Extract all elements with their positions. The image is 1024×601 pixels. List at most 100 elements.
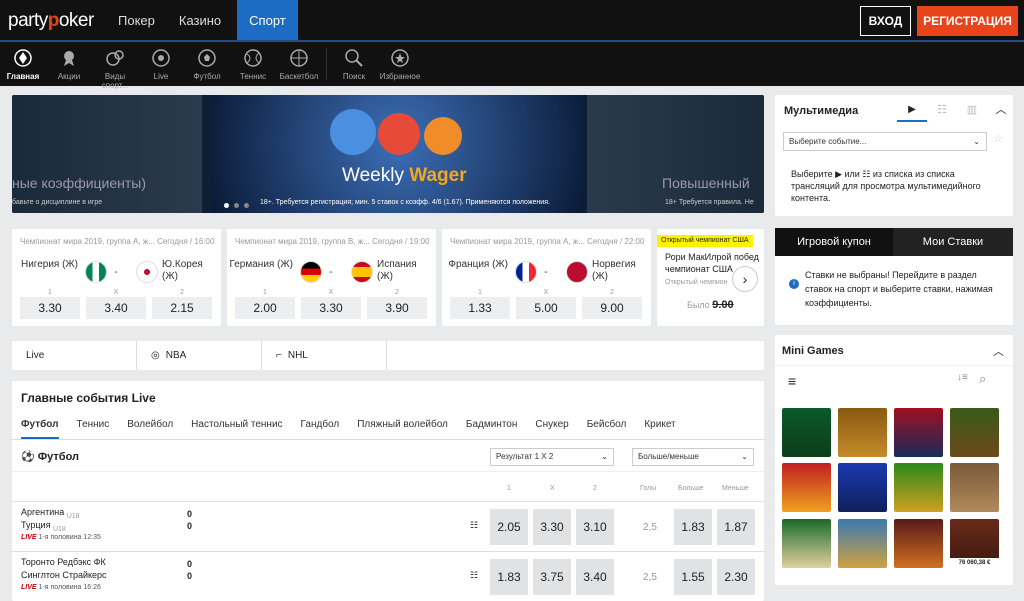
sport-tab[interactable]: Бадминтон (466, 419, 518, 439)
subnav-basketball[interactable]: Баскетбол (276, 42, 322, 86)
jackpot-amount: 76 060,38 € (950, 558, 999, 568)
col-header: Больше (678, 485, 704, 492)
subnav-live[interactable]: Live (138, 42, 184, 86)
odds-button[interactable]: 1.83 (674, 509, 712, 545)
subnav-promotions[interactable]: Акции (46, 42, 92, 86)
odds-button[interactable]: 1.87 (717, 509, 755, 545)
overunder-select[interactable]: Больше/меньше ⌄ (632, 448, 754, 466)
odds-button[interactable]: 2.30 (717, 559, 755, 595)
sport-tab[interactable]: Пляжный волейбол (357, 419, 448, 439)
game-tile[interactable] (950, 408, 999, 457)
game-tile[interactable] (782, 463, 831, 512)
market-select[interactable]: Результат 1 X 2 ⌄ (490, 448, 614, 466)
next-arrow-icon[interactable]: › (732, 266, 758, 292)
odds-button[interactable]: 3.90 (367, 297, 427, 319)
sport-tab[interactable]: Снукер (535, 419, 568, 439)
game-tile[interactable]: 76 060,38 € (950, 519, 999, 568)
odds-button[interactable]: 3.30 (20, 297, 80, 319)
stats-icon[interactable]: ▥ (957, 100, 987, 122)
tab-live[interactable]: Live (12, 341, 137, 370)
register-button[interactable]: РЕГИСТРАЦИЯ (917, 6, 1018, 36)
odds-button[interactable]: 5.00 (516, 297, 576, 319)
game-tile[interactable] (894, 408, 943, 457)
game-tile[interactable] (894, 463, 943, 512)
sport-tab[interactable]: Волейбол (127, 419, 173, 439)
odds-button[interactable]: 1.55 (674, 559, 712, 595)
subnav-football[interactable]: Футбол (184, 42, 230, 86)
tab-my-bets[interactable]: Мои Ставки (893, 228, 1013, 256)
subnav-divider (326, 48, 327, 80)
game-tile[interactable] (894, 519, 943, 568)
game-tile[interactable] (782, 408, 831, 457)
odds-button[interactable]: 3.40 (576, 559, 614, 595)
mini-games-panel: Mini Games ︿ ≡ ↓≡ ⌕ 76 060,38 € (775, 335, 1013, 585)
football-icon (198, 49, 216, 67)
subnav-sports[interactable]: Виды спорт... (92, 42, 138, 90)
special-card[interactable]: Открытый чемпионат США Рори МакИлрой поб… (657, 229, 764, 326)
sport-tab[interactable]: Бейсбол (587, 419, 627, 439)
subnav-favorites[interactable]: Избранное (377, 42, 423, 86)
login-button[interactable]: ВХОД (860, 6, 911, 36)
sport-tab[interactable]: Футбол (21, 419, 59, 439)
odds-button[interactable]: 1.83 (490, 559, 528, 595)
table-row[interactable]: Торонто Редбэкс ФК Синглтон Страйкерс LI… (12, 551, 764, 601)
sort-icon[interactable]: ↓≡ (957, 372, 968, 383)
special-subtitle: Открытый чемпион (665, 279, 728, 286)
video-icon[interactable]: ▶ (897, 100, 927, 122)
subnav-search[interactable]: Поиск (331, 42, 377, 86)
odds-button[interactable]: 3.30 (301, 297, 361, 319)
game-tile[interactable] (838, 408, 887, 457)
star-icon[interactable]: ☆ (993, 132, 1003, 145)
nav-sport[interactable]: Спорт (237, 0, 298, 40)
panel-title: Мультимедиа (784, 105, 859, 117)
menu-icon[interactable]: ≡ (788, 373, 796, 389)
odds-button[interactable]: 3.40 (86, 297, 146, 319)
banner-center-slide (212, 95, 584, 213)
score: 0 (187, 571, 193, 581)
carousel-dot[interactable] (224, 203, 229, 208)
multimedia-panel: Мультимедиа ▶ ☷ ▥ ︿ Выберите событие... ⌄… (775, 95, 1013, 216)
collapse-icon[interactable]: ︿ (993, 343, 1004, 359)
match-card[interactable]: Чемпионат мира 2019, группа А, ж... Сего… (12, 229, 221, 326)
sport-tab[interactable]: Гандбол (301, 419, 340, 439)
subnav-tennis[interactable]: Теннис (230, 42, 276, 86)
stats-icon[interactable]: ☷ (470, 570, 478, 581)
odds-label: X (113, 289, 119, 296)
nav-poker[interactable]: Покер (106, 0, 167, 42)
table-row[interactable]: Аргентина U18 Турция U18 LIVE 1-я полови… (12, 501, 764, 551)
tab-nhl[interactable]: ⌐ NHL (262, 341, 387, 370)
sport-tab[interactable]: Крикет (644, 419, 675, 439)
carousel-dots[interactable] (224, 203, 249, 208)
match-card[interactable]: Чемпионат мира 2019, группа В, ж... Сего… (227, 229, 436, 326)
banner-right-slide: Повышенный 18+ Требуется правила. Не (587, 95, 764, 213)
collapse-icon[interactable]: ︿ (989, 100, 1013, 122)
promo-banner[interactable]: ные коэффициенты) бавьте о дисциплине в … (12, 95, 764, 213)
event-select[interactable]: Выберите событие... ⌄ (783, 132, 987, 151)
tab-nba[interactable]: ◎ NBA (137, 341, 262, 370)
odds-button[interactable]: 9.00 (582, 297, 642, 319)
odds-button[interactable]: 2.00 (235, 297, 295, 319)
carousel-dot[interactable] (244, 203, 249, 208)
match-card[interactable]: Чемпионат мира 2019, группа А, ж... Сего… (442, 229, 651, 326)
game-tile[interactable] (838, 519, 887, 568)
sport-tab[interactable]: Настольный теннис (191, 419, 282, 439)
odds-button[interactable]: 2.05 (490, 509, 528, 545)
odds-button[interactable]: 3.10 (576, 509, 614, 545)
odds-button[interactable]: 3.75 (533, 559, 571, 595)
stats-icon[interactable]: ☷ (470, 520, 478, 531)
tab-betslip[interactable]: Игровой купон (775, 228, 893, 256)
game-tile[interactable] (838, 463, 887, 512)
game-tile[interactable] (782, 519, 831, 568)
subnav-home[interactable]: Главная (0, 42, 46, 86)
search-icon[interactable]: ⌕ (979, 371, 986, 387)
odds-button[interactable]: 3.30 (533, 509, 571, 545)
scoreboard-icon[interactable]: ☷ (927, 100, 957, 122)
odds-button[interactable]: 1.33 (450, 297, 510, 319)
logo[interactable]: partypoker (8, 10, 94, 32)
game-tile[interactable] (950, 463, 999, 512)
nav-casino[interactable]: Казино (167, 0, 233, 42)
carousel-dot[interactable] (234, 203, 239, 208)
sport-tab[interactable]: Теннис (77, 419, 110, 439)
team-name: Аргентина U18 (21, 507, 80, 520)
odds-button[interactable]: 2.15 (152, 297, 212, 319)
